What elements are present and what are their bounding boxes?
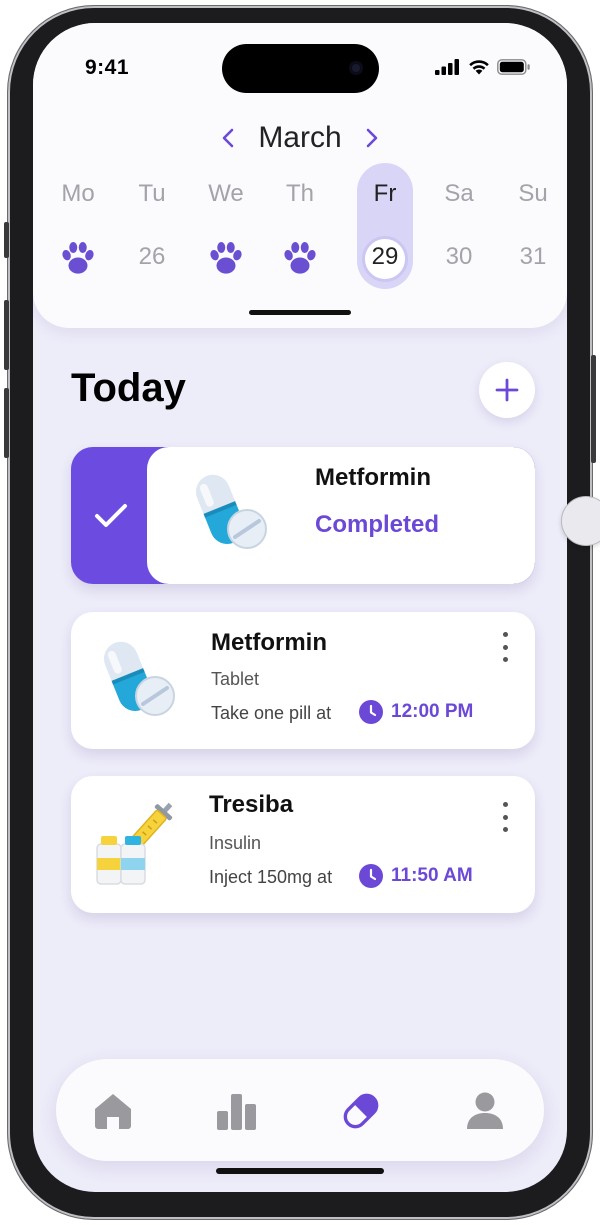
nav-medications[interactable] bbox=[337, 1087, 385, 1135]
volume-up-button bbox=[4, 300, 9, 370]
medication-time: 11:50 AM bbox=[359, 864, 473, 888]
drag-handle[interactable] bbox=[249, 310, 351, 315]
status-time: 9:41 bbox=[85, 56, 130, 79]
nav-profile[interactable] bbox=[461, 1087, 509, 1135]
pill-icon bbox=[343, 1093, 379, 1129]
nav-home[interactable] bbox=[89, 1087, 137, 1135]
week-days: Mo Tu 26 We Th Fr 29 Sa 30 Su 31 bbox=[41, 163, 559, 293]
month-selector: March bbox=[33, 118, 567, 158]
add-medication-button[interactable] bbox=[479, 362, 535, 418]
paw-icon bbox=[210, 242, 242, 274]
day-wednesday[interactable]: We bbox=[189, 163, 263, 293]
medication-instruction: Take one pill at bbox=[211, 703, 332, 723]
check-icon bbox=[95, 503, 127, 527]
dynamic-island bbox=[222, 44, 379, 93]
app-screen: 9:41 March Mo Tu 26 We Th Fr 29 Sa 30 Su… bbox=[33, 23, 567, 1192]
battery-icon bbox=[497, 59, 530, 75]
syringe-icon bbox=[96, 802, 173, 885]
more-options-icon[interactable] bbox=[501, 632, 509, 662]
status-bar: 9:41 bbox=[33, 23, 567, 103]
day-tuesday[interactable]: Tu 26 bbox=[115, 163, 189, 293]
stats-icon bbox=[217, 1094, 256, 1130]
medication-card-completed[interactable]: Metformin Completed bbox=[71, 447, 535, 584]
medication-card[interactable]: Metformin Tablet Take one pill at 12:00 … bbox=[71, 612, 535, 749]
day-friday[interactable]: Fr 29 bbox=[348, 163, 422, 293]
pill-icon bbox=[103, 641, 175, 716]
power-button bbox=[591, 355, 596, 463]
day-name: Th bbox=[285, 180, 314, 207]
time-label: 12:00 PM bbox=[391, 701, 474, 722]
volume-down-button bbox=[4, 388, 9, 458]
medication-name: Tresiba bbox=[209, 791, 294, 818]
day-number: 29 bbox=[371, 243, 399, 270]
medication-type: Insulin bbox=[209, 833, 262, 853]
home-icon bbox=[95, 1094, 131, 1129]
day-number: 26 bbox=[138, 243, 166, 270]
status-label: Completed bbox=[315, 511, 440, 538]
calendar-header: 9:41 March Mo Tu 26 We Th Fr 29 Sa 30 Su… bbox=[33, 23, 567, 328]
medication-card[interactable]: Tresiba Insulin Inject 150mg at 11:50 AM bbox=[71, 776, 535, 913]
day-sunday[interactable]: Su 31 bbox=[496, 163, 567, 293]
day-name: Sa bbox=[444, 180, 474, 207]
day-number: 30 bbox=[445, 243, 473, 270]
day-saturday[interactable]: Sa 30 bbox=[422, 163, 496, 293]
day-name: Fr bbox=[373, 180, 397, 207]
paw-icon bbox=[62, 242, 94, 274]
action-button bbox=[4, 222, 9, 258]
day-number: 31 bbox=[519, 243, 547, 270]
month-label: March bbox=[258, 121, 342, 154]
wifi-icon bbox=[469, 60, 489, 75]
bottom-navigation bbox=[56, 1059, 544, 1161]
day-name: Tu bbox=[138, 180, 166, 207]
status-icons bbox=[435, 59, 531, 75]
signal-icon bbox=[435, 59, 459, 75]
medication-instruction: Inject 150mg at bbox=[209, 867, 333, 887]
medication-time: 12:00 PM bbox=[359, 700, 473, 724]
day-name: Su bbox=[518, 180, 548, 207]
today-title: Today bbox=[71, 366, 186, 410]
paw-icon bbox=[284, 242, 316, 274]
day-thursday[interactable]: Th bbox=[263, 163, 337, 293]
camera-icon bbox=[349, 61, 363, 75]
medication-name: Metformin bbox=[315, 464, 431, 491]
chevron-right-icon[interactable] bbox=[360, 126, 384, 150]
completed-card-body: Metformin Completed bbox=[147, 447, 535, 584]
clock-icon bbox=[359, 864, 383, 888]
plus-icon bbox=[495, 378, 519, 402]
pill-icon bbox=[195, 474, 267, 549]
chevron-left-icon[interactable] bbox=[216, 126, 240, 150]
check-action[interactable] bbox=[71, 447, 151, 584]
day-name: We bbox=[208, 180, 244, 207]
more-options-icon[interactable] bbox=[501, 802, 509, 832]
clock-icon bbox=[359, 700, 383, 724]
medication-type: Tablet bbox=[211, 669, 260, 689]
day-monday[interactable]: Mo bbox=[41, 163, 115, 293]
profile-icon bbox=[467, 1092, 503, 1129]
day-name: Mo bbox=[61, 180, 95, 207]
medication-name: Metformin bbox=[211, 629, 327, 656]
home-indicator[interactable] bbox=[216, 1168, 384, 1174]
nav-stats[interactable] bbox=[213, 1087, 261, 1135]
time-label: 11:50 AM bbox=[391, 865, 473, 886]
